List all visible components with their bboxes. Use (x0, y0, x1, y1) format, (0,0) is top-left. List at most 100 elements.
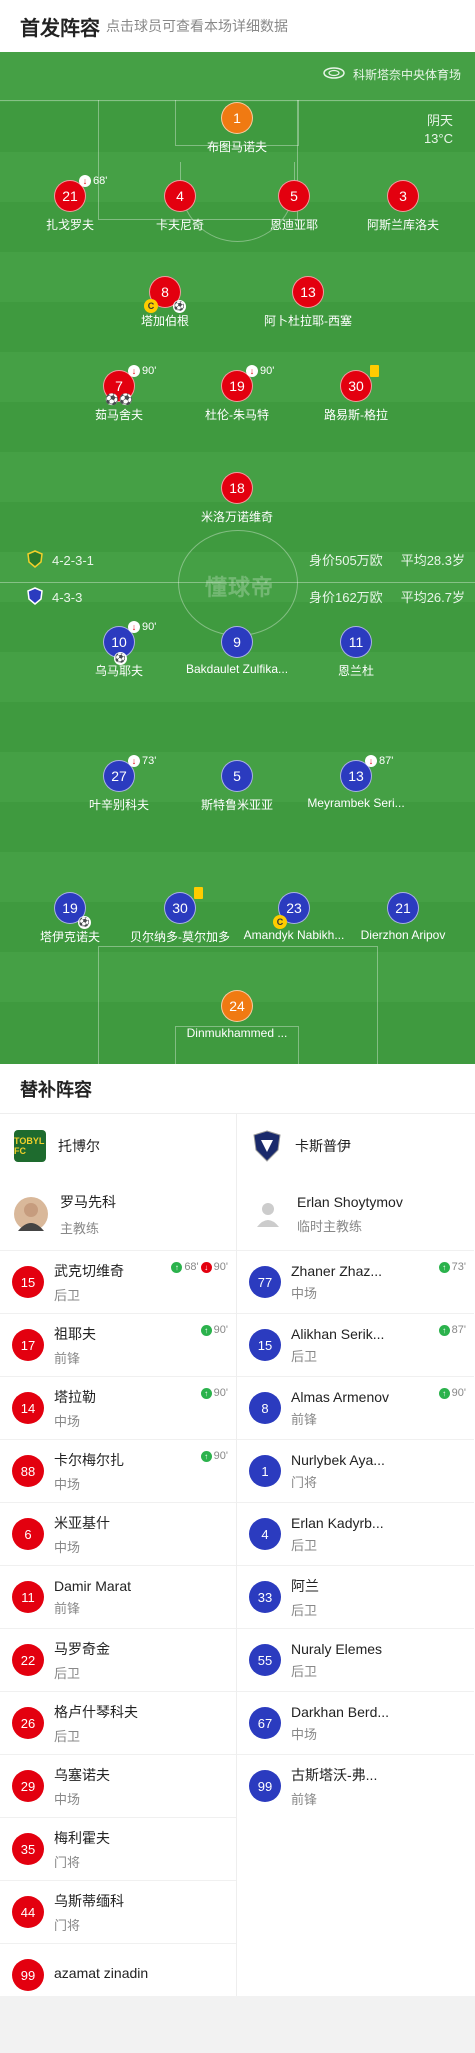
home-subs-column: TOBYL FC 托博尔 罗马先科 主教练 15 武克切维奇 后卫 ↑ 68' ↓ 90' 1… (0, 1114, 237, 2006)
sub-player-name: 乌斯蒂缅科 (54, 1892, 124, 1909)
player-home[interactable]: 19 ↓ 90' 杜伦-朱马特 (177, 365, 297, 423)
sub-player-row[interactable]: 35 梅利霍夫 门将 (0, 1817, 236, 1880)
sub-player-row[interactable]: 44 乌斯蒂缅科 门将 (0, 1880, 236, 1943)
player-home[interactable]: 4 卡夫尼奇 (120, 180, 240, 233)
player-home[interactable]: 7 ↓ 90' ⚽⚽ 茹马舍夫 (59, 365, 179, 423)
home-team-icon (26, 550, 44, 571)
header-hint: 点击球员可查看本场详细数据 (106, 18, 288, 34)
player-home[interactable]: 8 C ⚽ 塔加伯根 (105, 276, 225, 329)
sub-in-time: 90' (213, 1450, 228, 1462)
player-home[interactable]: 21 ↓ 68' 扎戈罗夫 (10, 175, 130, 233)
player-number: 27 (111, 768, 127, 784)
sub-player-number: 14 (12, 1392, 44, 1424)
player-number: 19 (62, 900, 78, 916)
sub-player-row[interactable]: 77 Zhaner Zhaz... 中场 ↑ 73' (237, 1250, 474, 1313)
sub-player-row[interactable]: 55 Nuraly Elemes 后卫 (237, 1628, 474, 1691)
sub-player-number: 15 (12, 1266, 44, 1298)
coach-placeholder-icon (251, 1197, 285, 1231)
player-away[interactable]: 27 ↓ 73' 叶辛别科夫 (59, 755, 179, 813)
sub-event: ↑ 90' (200, 1324, 228, 1336)
player-away[interactable]: 9 Bakdaulet Zulfika... (177, 626, 297, 676)
player-home[interactable]: 30 路易斯-格拉 (296, 365, 416, 423)
home-formation: 4-2-3-1 (26, 550, 94, 571)
sub-player-row[interactable]: 29 乌塞诺夫 中场 (0, 1754, 236, 1817)
sub-player-number: 88 (12, 1455, 44, 1487)
sub-player-row[interactable]: 88 卡尔梅尔扎 中场 ↑ 90' (0, 1439, 236, 1502)
player-home[interactable]: 18 米洛万诺维奇 (177, 472, 297, 525)
sub-player-name: Nurlybek Aya... (291, 1451, 385, 1468)
player-name: Dinmukhammed ... (186, 1026, 288, 1040)
sub-player-row[interactable]: 22 马罗奇金 后卫 (0, 1628, 236, 1691)
player-name: 米洛万诺维奇 (200, 510, 273, 524)
player-away-gk[interactable]: 24 Dinmukhammed ... (177, 990, 297, 1040)
sub-player-position: 后卫 (291, 1602, 318, 1618)
player-name: 塔伊克诺夫 (39, 930, 100, 944)
sub-player-row[interactable]: 15 武克切维奇 后卫 ↑ 68' ↓ 90' (0, 1250, 236, 1313)
weather-condition: 阴天 (426, 113, 453, 128)
sub-player-number: 99 (249, 1770, 281, 1802)
player-name: 阿卜杜拉耶-西塞 (264, 314, 352, 328)
coach-role: 临时主教练 (297, 1218, 363, 1234)
team-age: 平均28.3岁 (400, 553, 465, 568)
player-away[interactable]: 21 Dierzhon Aripov (343, 892, 463, 942)
player-away[interactable]: 23 C Amandyk Nabikh... (234, 892, 354, 942)
sub-player-name: 米亚基什 (54, 1514, 110, 1531)
sub-player-row[interactable]: 4 Erlan Kadyrb... 后卫 (237, 1502, 474, 1565)
yellow-card-icon (370, 365, 379, 377)
player-home[interactable]: 3 阿斯兰库洛夫 (343, 180, 463, 233)
ball-icon: ⚽ (173, 300, 186, 313)
sub-player-row[interactable]: 17 祖耶夫 前锋 ↑ 90' (0, 1313, 236, 1376)
sub-player-row[interactable]: 15 Alikhan Serik... 后卫 ↑ 87' (237, 1313, 474, 1376)
sub-event: ↑ 90' (200, 1387, 228, 1399)
player-away[interactable]: 19 ⚽ 塔伊克诺夫 (10, 892, 130, 945)
watermark: 懂球帝 (205, 575, 275, 600)
player-away[interactable]: 13 ↓ 87' Meyrambek Seri... (296, 755, 416, 810)
sub-player-name: Darkhan Berd... (291, 1703, 390, 1720)
sub-player-name: Zhaner Zhaz... (291, 1262, 383, 1279)
away-formation: 4-3-3 (26, 587, 82, 608)
player-home-gk[interactable]: 1 布图马诺夫 (177, 102, 297, 155)
sub-player-row[interactable]: 14 塔拉勒 中场 ↑ 90' (0, 1376, 236, 1439)
sub-player-number: 1 (249, 1455, 281, 1487)
player-name: 茹马舍夫 (94, 408, 143, 422)
player-name: 恩迪亚耶 (269, 218, 318, 232)
player-name: 恩兰杜 (337, 664, 374, 678)
coach-role: 主教练 (60, 1220, 100, 1236)
player-name: 卡夫尼奇 (155, 218, 204, 232)
player-number: 5 (278, 180, 310, 212)
away-stats: 身价162万欧 平均26.7岁 (309, 587, 465, 606)
player-away[interactable]: 11 恩兰杜 (296, 626, 416, 679)
player-away[interactable]: 5 斯特鲁米亚亚 (177, 760, 297, 813)
sub-player-number: 33 (249, 1581, 281, 1613)
sub-in-time: 73' (451, 1261, 466, 1273)
team-value: 身价505万欧 (308, 553, 383, 568)
coach-row[interactable]: Erlan Shoytymov 临时主教练 (237, 1178, 474, 1250)
player-number: 19 (229, 378, 245, 394)
player-away[interactable]: 30 贝尔纳多-莫尔加多 (120, 887, 240, 945)
player-number: 18 (221, 472, 253, 504)
coach-row[interactable]: 罗马先科 主教练 (0, 1178, 236, 1250)
venue-name: 科斯塔奈中央体育场 (352, 68, 461, 82)
lineup-header: 首发阵容 点击球员可查看本场详细数据 (0, 0, 475, 52)
sub-event: ↑ 90' (438, 1387, 466, 1399)
sub-event: ↑ 73' (438, 1261, 466, 1273)
sub-player-row[interactable]: 99 古斯塔沃-弗... 前锋 (237, 1754, 474, 1817)
player-away[interactable]: 10 ↓ 90' ⚽ 乌马耶夫 (59, 621, 179, 679)
player-name: 阿斯兰库洛夫 (366, 218, 439, 232)
player-home[interactable]: 13 阿卜杜拉耶-西塞 (248, 276, 368, 329)
sub-in-icon: ↑ (438, 1261, 450, 1273)
stadium-icon (323, 67, 345, 82)
sub-event: ↓ 68' (79, 175, 107, 187)
sub-player-row[interactable]: 11 Damir Marat 前锋 (0, 1565, 236, 1628)
sub-player-name: Nuraly Elemes (291, 1640, 383, 1657)
player-number: 4 (164, 180, 196, 212)
sub-player-row[interactable]: 67 Darkhan Berd... 中场 (237, 1691, 474, 1754)
sub-player-row[interactable]: 1 Nurlybek Aya... 门将 (237, 1439, 474, 1502)
sub-player-row[interactable]: 33 阿兰 后卫 (237, 1565, 474, 1628)
sub-out-icon: ↓ (79, 175, 91, 187)
sub-player-row[interactable]: 8 Almas Armenov 前锋 ↑ 90' (237, 1376, 474, 1439)
player-home[interactable]: 5 恩迪亚耶 (234, 180, 354, 233)
sub-player-row[interactable]: 6 米亚基什 中场 (0, 1502, 236, 1565)
player-name: Meyrambek Seri... (307, 796, 405, 810)
sub-player-row[interactable]: 26 格卢什琴科夫 后卫 (0, 1691, 236, 1754)
